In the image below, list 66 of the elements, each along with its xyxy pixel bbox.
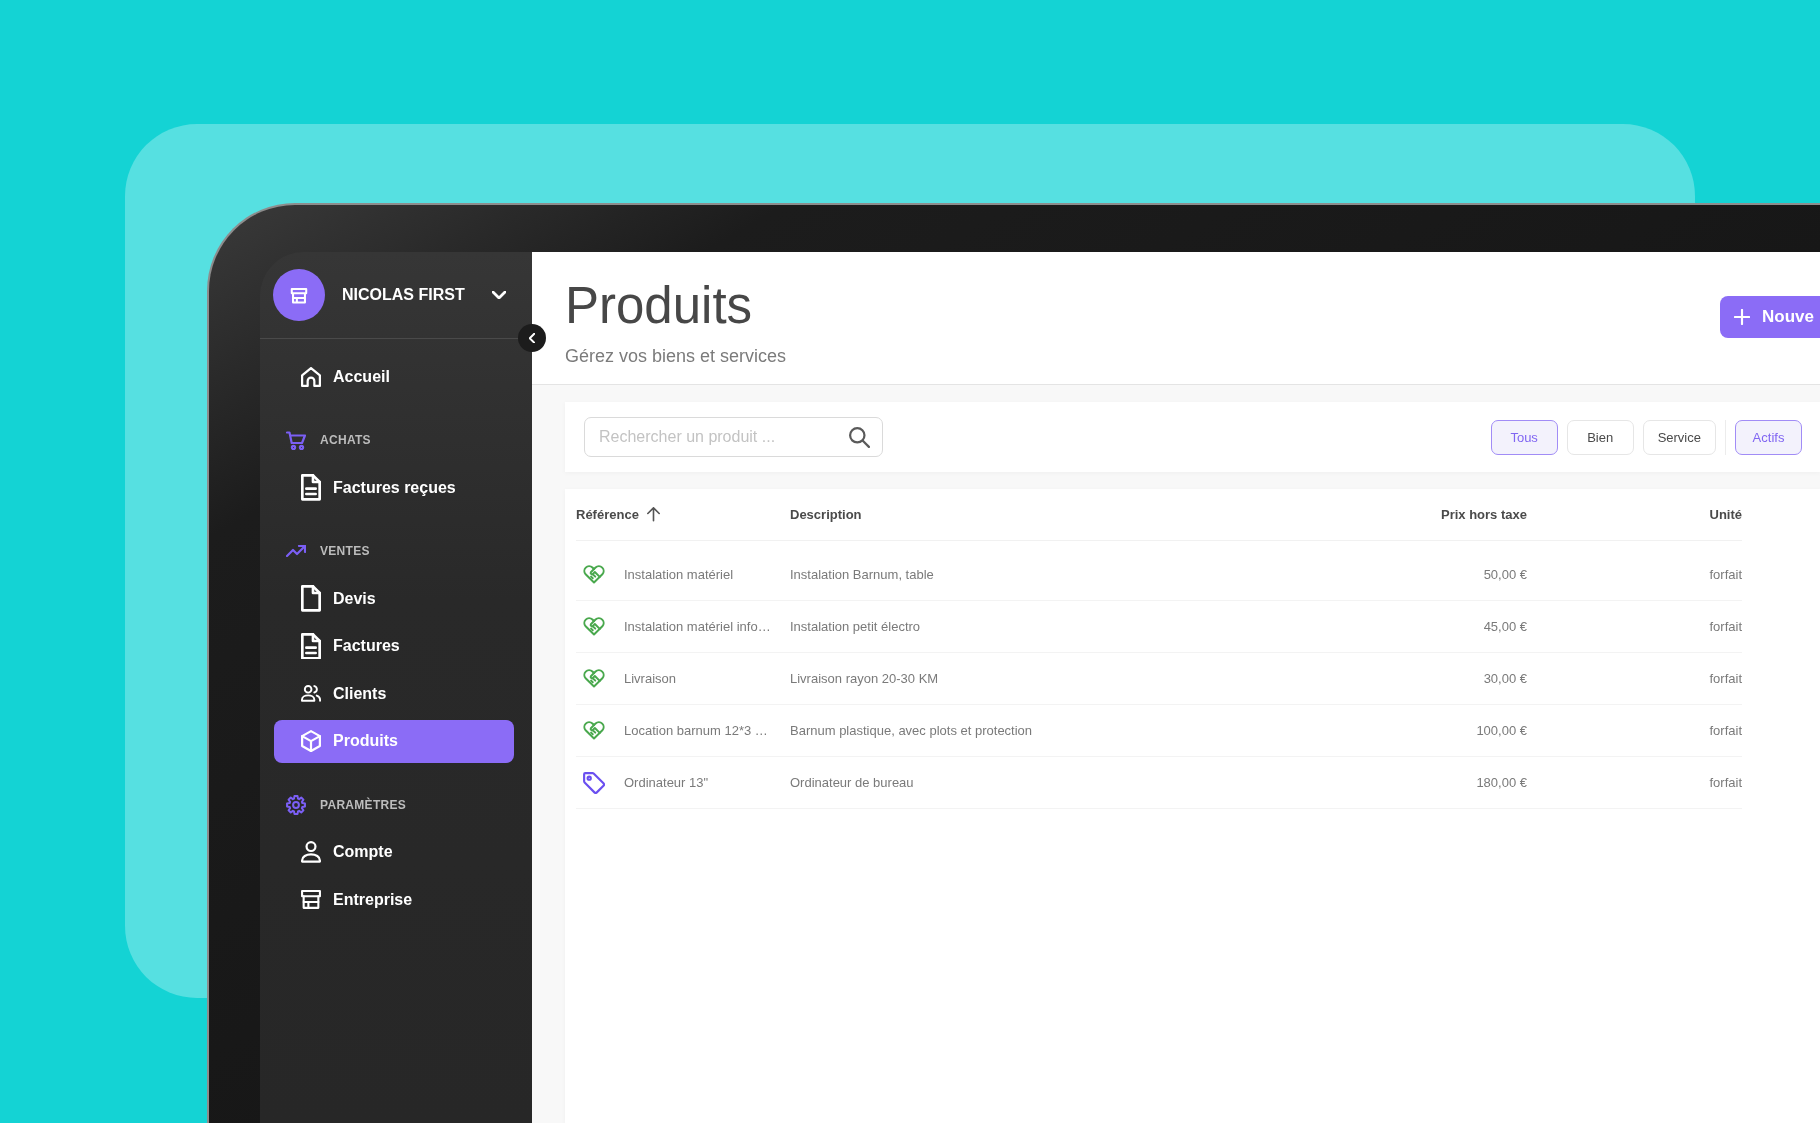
table-cell: Ordinateur 13" [624, 775, 709, 790]
trending-up-icon [286, 545, 306, 557]
filter-chip[interactable]: Tous [1490, 419, 1558, 455]
column-header: Prix hors taxe [1441, 507, 1527, 522]
table-cell: forfait [1709, 775, 1742, 790]
search-icon[interactable] [849, 426, 870, 448]
plus-icon [1734, 309, 1751, 325]
page-title: Produits [565, 276, 753, 335]
table-cell: Instalation matériel [624, 567, 734, 582]
user-icon [301, 841, 321, 863]
table-cell: Location barnum 12*3 … [624, 723, 768, 738]
table-cell: Barnum plastique, avec plots et protection [790, 723, 1033, 738]
new-product-button[interactable]: Nouve [1720, 296, 1820, 338]
section-title: ACHATS [320, 433, 371, 447]
account-name: NICOLAS FIRST [342, 286, 465, 304]
table-cell: Instalation matériel info… [624, 619, 771, 634]
nav-item[interactable]: Produits [274, 719, 514, 763]
table-cell: Instalation Barnum, table [790, 567, 934, 582]
table-cell: 180,00 € [1476, 775, 1527, 790]
filter-chip[interactable]: Service [1642, 419, 1716, 455]
page-subtitle: Gérez vos biens et services [565, 346, 787, 367]
section-title: PARAMÈTRES [320, 797, 407, 812]
nav-item[interactable]: Clients [274, 672, 514, 715]
section-title: VENTES [320, 544, 370, 558]
settings-icon [286, 794, 306, 815]
handshake-icon [583, 617, 605, 636]
table-cell: Livraison [624, 671, 677, 686]
table-cell: forfait [1709, 567, 1742, 582]
column-header: Unité [1709, 507, 1742, 522]
table-cell: forfait [1709, 723, 1742, 738]
handshake-icon [583, 669, 605, 688]
users-icon [301, 685, 321, 702]
table-cell: forfait [1709, 619, 1742, 634]
table-cell: 30,00 € [1483, 671, 1527, 686]
blank-document-icon [301, 585, 321, 612]
table-cell: 100,00 € [1476, 723, 1527, 738]
table-cell: 50,00 € [1483, 567, 1527, 582]
table-cell: forfait [1709, 671, 1742, 686]
status-chip[interactable]: Actifs [1735, 419, 1802, 455]
chevron-down-icon[interactable] [492, 291, 506, 299]
table-cell: Ordinateur de bureau [790, 775, 914, 790]
store-avatar-icon [273, 269, 325, 321]
tag-icon [583, 771, 605, 794]
nav-item[interactable]: Factures reçues [274, 466, 514, 509]
sort-arrow-up-icon[interactable] [646, 507, 660, 522]
table-cell: 45,00 € [1483, 619, 1527, 634]
nav-item[interactable]: Entreprise [274, 878, 514, 921]
filter-chip[interactable]: Bien [1566, 419, 1634, 455]
document-icon [301, 632, 321, 660]
handshake-icon [583, 565, 605, 584]
table-cell: Livraison rayon 20-30 KM [790, 671, 939, 686]
cart-icon [286, 430, 306, 450]
nav-item[interactable]: Compte [274, 830, 514, 874]
column-header: Description [790, 507, 862, 522]
handshake-icon [583, 721, 605, 740]
nav-item[interactable]: Accueil [274, 355, 514, 398]
store-icon [301, 890, 321, 909]
table-cell: Instalation petit électro [790, 619, 921, 634]
document-icon [301, 474, 321, 501]
nav-item[interactable]: Devis [274, 577, 514, 620]
cube-icon [301, 729, 321, 753]
column-header: Référence [576, 507, 639, 522]
search-field[interactable]: Rechercher un produit ... [584, 417, 883, 457]
chevron-left-icon [529, 332, 535, 344]
nav-item[interactable]: Factures [274, 624, 514, 668]
home-icon [301, 366, 321, 387]
